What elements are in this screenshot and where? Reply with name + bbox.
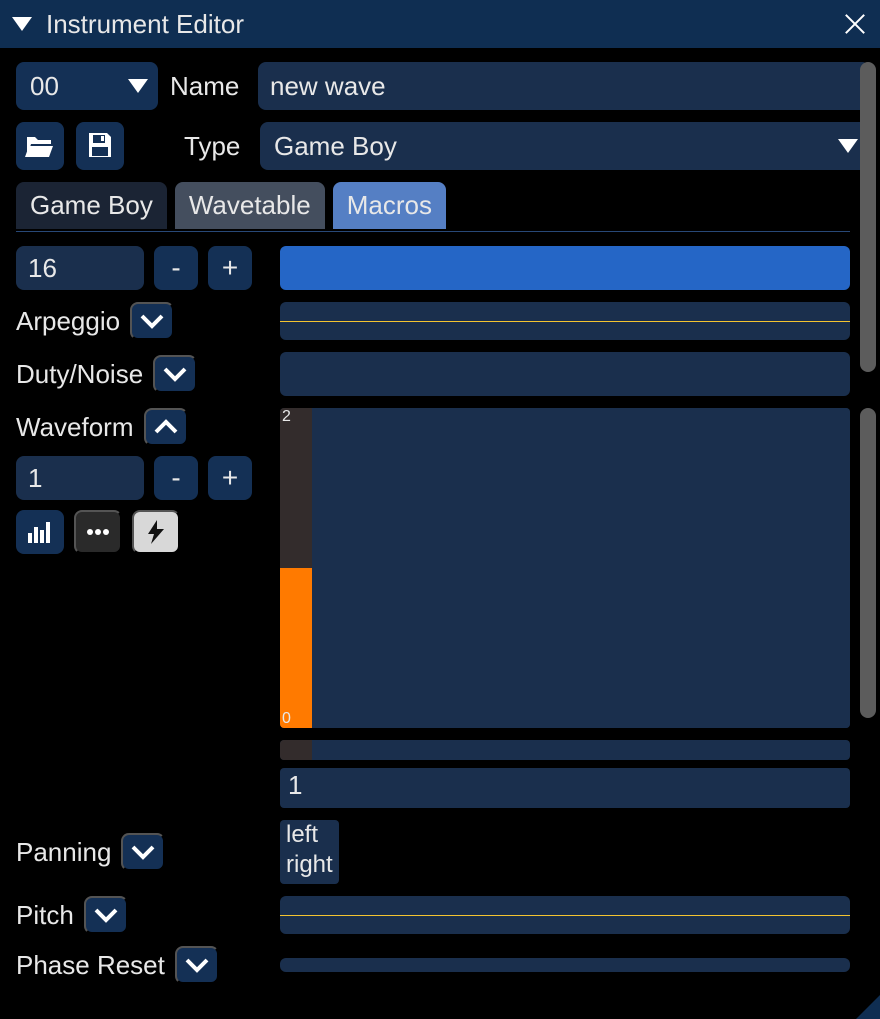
volume-macro-bar[interactable] [280, 246, 850, 290]
tab-macros[interactable]: Macros [333, 182, 446, 229]
pitch-label: Pitch [16, 900, 74, 931]
panning-label: Panning [16, 837, 111, 868]
volume-length-minus[interactable]: - [154, 246, 198, 290]
save-icon [86, 132, 114, 160]
tab-wavetable[interactable]: Wavetable [175, 182, 325, 229]
waveform-label: Waveform [16, 412, 134, 443]
chevron-down-icon [94, 907, 118, 923]
waveform-mode-menu-button[interactable] [74, 510, 122, 554]
resize-grip[interactable] [856, 995, 880, 1019]
volume-length-plus[interactable]: + [208, 246, 252, 290]
phase-reset-macro-slot[interactable] [280, 958, 850, 972]
waveform-length-input[interactable] [16, 456, 144, 500]
waveform-sequence-input[interactable]: 1 [280, 768, 850, 808]
tab-gameboy[interactable]: Game Boy [16, 182, 167, 229]
waveform-macro-canvas[interactable]: 2 0 [280, 408, 850, 728]
open-button[interactable] [16, 122, 64, 170]
close-icon[interactable] [842, 11, 868, 37]
arpeggio-label: Arpeggio [16, 306, 120, 337]
duty-macro-slot[interactable] [280, 352, 850, 396]
type-label: Type [184, 131, 248, 162]
tab-underline [16, 231, 850, 232]
chevron-down-icon [163, 366, 187, 382]
pitch-expand-button[interactable] [84, 896, 128, 934]
chevron-down-icon [140, 313, 164, 329]
chevron-down-icon [131, 844, 155, 860]
instrument-number-value: 00 [30, 71, 59, 102]
title-bar: Instrument Editor [0, 0, 880, 48]
name-label: Name [170, 71, 246, 102]
waveform-length-plus[interactable]: + [208, 456, 252, 500]
tabs: Game Boy Wavetable Macros [16, 182, 870, 229]
waveform-min-tick: 0 [282, 710, 291, 728]
lightning-icon [148, 520, 164, 544]
waveform-mode-lightning-button[interactable] [132, 510, 180, 554]
window-title: Instrument Editor [46, 9, 244, 40]
folder-open-icon [25, 133, 55, 159]
panning-macro-slot[interactable]: left right [280, 820, 339, 884]
chevron-down-icon [128, 79, 148, 93]
arpeggio-macro-slot[interactable] [280, 302, 850, 340]
duty-expand-button[interactable] [153, 355, 197, 393]
chevron-down-icon [185, 957, 209, 973]
waveform-collapse-button[interactable] [144, 408, 188, 446]
collapse-icon[interactable] [12, 17, 32, 31]
name-input[interactable] [258, 62, 870, 110]
chevron-up-icon [154, 419, 178, 435]
panning-left-label: left [286, 820, 333, 850]
panning-right-label: right [286, 850, 333, 880]
waveform-mode-bars-button[interactable] [16, 510, 64, 554]
waveform-length-minus[interactable]: - [154, 456, 198, 500]
waveform-loop-bar[interactable] [280, 740, 850, 760]
save-button[interactable] [76, 122, 124, 170]
volume-length-input[interactable] [16, 246, 144, 290]
ellipsis-icon [87, 528, 109, 536]
phase-reset-label: Phase Reset [16, 950, 165, 981]
chevron-down-icon [838, 139, 858, 153]
panning-expand-button[interactable] [121, 833, 165, 871]
arpeggio-expand-button[interactable] [130, 302, 174, 340]
main-scrollbar[interactable] [860, 62, 876, 1002]
pitch-macro-slot[interactable] [280, 896, 850, 934]
type-value: Game Boy [274, 131, 397, 162]
phase-reset-expand-button[interactable] [175, 946, 219, 984]
type-select[interactable]: Game Boy [260, 122, 870, 170]
waveform-max-tick: 2 [282, 408, 291, 426]
duty-label: Duty/Noise [16, 359, 143, 390]
bars-icon [27, 521, 53, 543]
instrument-number-select[interactable]: 00 [16, 62, 158, 110]
content-area: 00 Name Type Game Boy Game Boy Wavetable… [0, 48, 880, 1019]
